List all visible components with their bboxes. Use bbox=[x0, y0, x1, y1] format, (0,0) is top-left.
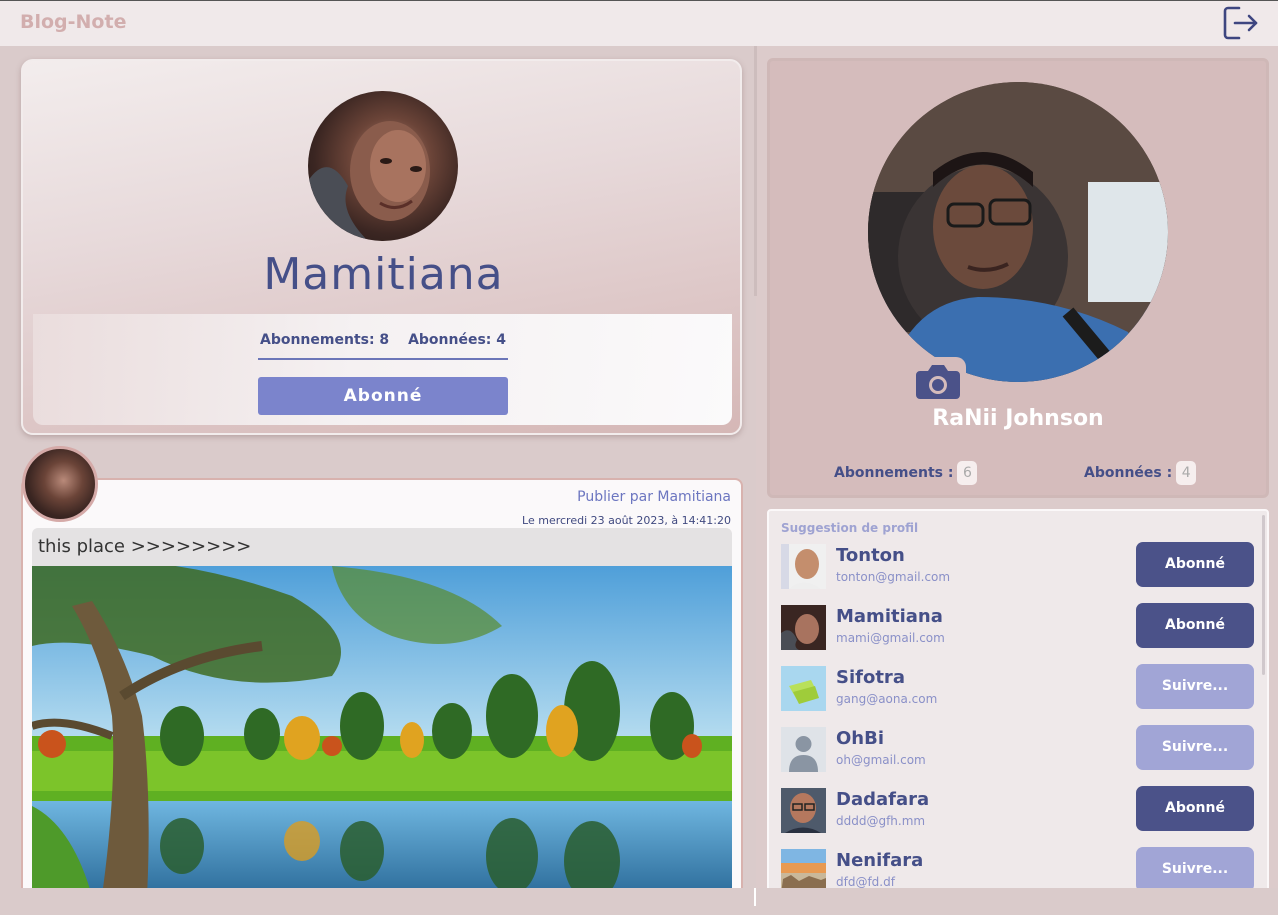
suggestion-name[interactable]: Sifotra bbox=[836, 667, 905, 688]
suggestion-item: OhBi oh@gmail.com Suivre... bbox=[781, 725, 1256, 775]
follow-button[interactable]: Suivre... bbox=[1136, 664, 1254, 709]
bottom-strip bbox=[0, 888, 1278, 915]
follow-button[interactable]: Suivre... bbox=[1136, 725, 1254, 770]
suggestion-avatar[interactable] bbox=[781, 544, 826, 589]
suggestion-name[interactable]: Mamitiana bbox=[836, 606, 943, 627]
my-subscriptions-badge: 6 bbox=[957, 461, 978, 485]
my-subscribers-badge: 4 bbox=[1176, 461, 1197, 485]
camera-icon[interactable] bbox=[910, 357, 966, 407]
profile-stats: Abonnements: 8 Abonnées: 4 bbox=[258, 332, 508, 360]
logout-icon[interactable] bbox=[1222, 5, 1260, 41]
my-subscribers[interactable]: Abonnées :4 bbox=[1084, 461, 1197, 485]
my-avatar[interactable] bbox=[868, 82, 1168, 382]
post-text: this place >>>>>>>> bbox=[32, 528, 732, 566]
suggestion-panel: Suggestion de profil Tonton tonton@gmail… bbox=[767, 509, 1269, 898]
profile-stats-panel: Abonnements: 8 Abonnées: 4 Abonné bbox=[33, 314, 732, 425]
suggestion-title: Suggestion de profil bbox=[781, 521, 919, 535]
suggestion-name[interactable]: Tonton bbox=[836, 545, 905, 566]
my-subscriptions-label: Abonnements : bbox=[834, 465, 954, 481]
suggestion-name[interactable]: Nenifara bbox=[836, 850, 923, 871]
followed-button[interactable]: Abonné bbox=[1136, 786, 1254, 831]
follow-status-button[interactable]: Abonné bbox=[258, 377, 508, 415]
suggestion-item: Sifotra gang@aona.com Suivre... bbox=[781, 664, 1256, 714]
top-bar: Blog-Note bbox=[0, 0, 1278, 46]
suggestion-item: Tonton tonton@gmail.com Abonné bbox=[781, 542, 1256, 592]
my-subscribers-label: Abonnées : bbox=[1084, 465, 1173, 481]
post-author[interactable]: Publier par Mamitiana bbox=[577, 489, 731, 505]
suggestion-email: gang@aona.com bbox=[836, 692, 938, 706]
suggestion-email: mami@gmail.com bbox=[836, 631, 945, 645]
subscribers-count[interactable]: Abonnées: 4 bbox=[408, 332, 506, 348]
suggestion-name[interactable]: Dadafara bbox=[836, 789, 929, 810]
suggestion-email: dddd@gfh.mm bbox=[836, 814, 926, 828]
suggestion-scrollbar[interactable] bbox=[1262, 515, 1265, 675]
subscriptions-count[interactable]: Abonnements: 8 bbox=[260, 332, 389, 348]
suggestion-email: tonton@gmail.com bbox=[836, 570, 951, 584]
bottom-divider bbox=[754, 888, 756, 906]
profile-card: Mamitiana Abonnements: 8 Abonnées: 4 Abo… bbox=[21, 59, 742, 435]
default-user-icon[interactable] bbox=[781, 727, 826, 772]
suggestion-email: dfd@fd.df bbox=[836, 875, 895, 889]
followed-button[interactable]: Abonné bbox=[1136, 603, 1254, 648]
my-profile-card: RaNii Johnson Abonnements :6 Abonnées :4 bbox=[767, 58, 1269, 498]
followed-button[interactable]: Abonné bbox=[1136, 542, 1254, 587]
post-image[interactable] bbox=[32, 566, 732, 896]
suggestion-avatar[interactable] bbox=[781, 666, 826, 711]
suggestion-avatar[interactable] bbox=[781, 788, 826, 833]
suggestion-item: Mamitiana mami@gmail.com Abonné bbox=[781, 603, 1256, 653]
profile-name: Mamitiana bbox=[263, 249, 504, 300]
my-subscriptions[interactable]: Abonnements :6 bbox=[834, 461, 978, 485]
profile-avatar[interactable] bbox=[308, 91, 458, 241]
suggestion-email: oh@gmail.com bbox=[836, 753, 926, 767]
suggestion-avatar[interactable] bbox=[781, 605, 826, 650]
suggestion-item: Dadafara dddd@gfh.mm Abonné bbox=[781, 786, 1256, 836]
suggestion-name[interactable]: OhBi bbox=[836, 728, 884, 749]
follow-button[interactable]: Suivre... bbox=[1136, 847, 1254, 892]
brand-logo[interactable]: Blog-Note bbox=[20, 11, 126, 33]
post-author-avatar[interactable] bbox=[22, 446, 98, 522]
column-divider bbox=[754, 46, 757, 296]
post-date: Le mercredi 23 août 2023, à 14:41:20 bbox=[522, 514, 731, 527]
post-card: Publier par Mamitiana Le mercredi 23 aoû… bbox=[21, 478, 743, 898]
my-name: RaNii Johnson bbox=[932, 406, 1104, 431]
